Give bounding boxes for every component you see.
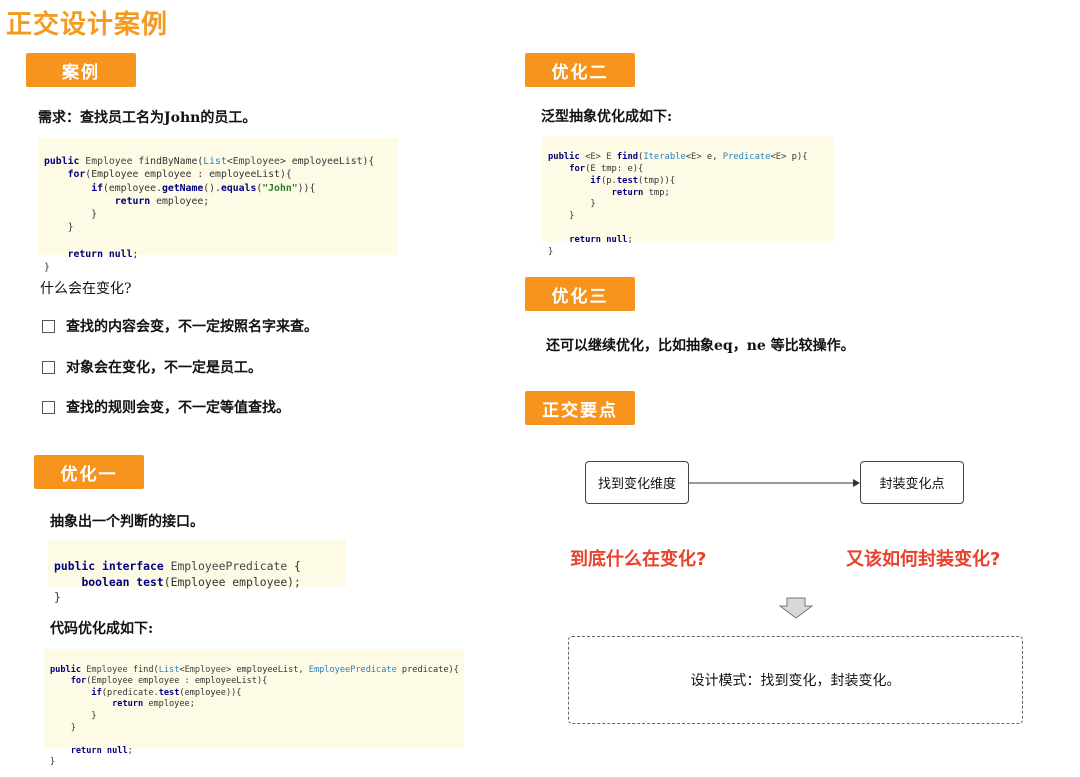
code-line: return null; (67, 248, 139, 260)
checkbox-icon (42, 360, 55, 374)
checkbox-icon (42, 400, 55, 414)
code-line: for(Employee employee : employeeList){ (67, 169, 292, 181)
code-line: return tmp; (611, 187, 670, 198)
code-block-find-predicate: public Employee find(List<Employee> empl… (44, 649, 464, 767)
section-tag-opt2: 优化二 (525, 53, 635, 87)
code-block-findbyname: public Employee findByName(List<Employee… (38, 138, 398, 273)
checklist-item-label: 查找的内容会变，不一定按照名字来查。 (66, 319, 318, 335)
code-line: boolean test(Employee employee); (81, 574, 301, 589)
code-line: } (44, 209, 98, 221)
section-tag-opt3: 优化三 (525, 277, 635, 311)
code-line: for(Employee employee : employeeList){ (70, 676, 268, 687)
code-line: public Employee findByName(List<Employee… (44, 156, 375, 168)
code-line: } (50, 757, 56, 768)
node-encapsulate-change: 封装变化点 (860, 461, 964, 504)
checkbox-icon (42, 319, 55, 333)
requirement-text: 需求：查找员工名为John的员工。 (38, 110, 257, 126)
checklist-item: 查找的内容会变，不一定按照名字来查。 (42, 316, 318, 336)
code-block-interface: public interface EmployeePredicate { boo… (48, 540, 346, 604)
code-block-generic: public <E> E find(Iterable<E> e, Predica… (542, 136, 834, 257)
arrow-down-icon (778, 597, 814, 619)
question-what-changes: 到底什么在变化? (570, 549, 707, 570)
checklist-item-label: 对象会在变化，不一定是员工。 (66, 360, 262, 376)
code-line: for(E tmp: e){ (569, 163, 644, 174)
code-line: return employee; (112, 699, 195, 710)
arrow-right-icon (689, 479, 860, 487)
page-title: 正交设计案例 (6, 10, 169, 40)
code-line: } (44, 261, 50, 273)
code-line: } (54, 590, 61, 605)
section-tag-case: 案例 (26, 53, 136, 87)
code-line: return null; (569, 235, 633, 245)
code-line: if(p.test(tmp)){ (590, 175, 676, 186)
code-line: } (50, 710, 97, 721)
code-line: return employee; (114, 195, 210, 207)
code-line: } (50, 722, 76, 733)
section-tag-opt1: 优化一 (34, 455, 144, 489)
section-tag-key: 正交要点 (525, 391, 635, 425)
code-line: public interface EmployeePredicate { (54, 559, 301, 574)
what-changes-text: 什么会在变化? (40, 281, 132, 297)
question-how-encapsulate: 又该如何封装变化? (846, 549, 1001, 570)
opt3-desc: 还可以继续优化，比如抽象eq，ne 等比较操作。 (546, 338, 855, 354)
checklist-item: 查找的规则会变，不一定等值查找。 (42, 397, 290, 417)
opt1-code-desc: 代码优化成如下: (50, 621, 154, 637)
checklist-item-label: 查找的规则会变，不一定等值查找。 (66, 400, 290, 416)
code-line: public Employee find(List<Employee> empl… (50, 664, 459, 675)
opt2-desc: 泛型抽象优化成如下: (541, 109, 673, 125)
code-line: if(employee.getName().equals("John")){ (91, 182, 316, 194)
code-line: } (44, 222, 74, 234)
code-line: } (548, 246, 554, 257)
code-line: } (548, 199, 596, 210)
code-line: if(predicate.test(employee)){ (91, 687, 242, 698)
node-find-dimension: 找到变化维度 (585, 461, 689, 504)
conclusion-text: 设计模式：找到变化，封装变化。 (690, 673, 901, 689)
code-line: public <E> E find(Iterable<E> e, Predica… (548, 151, 808, 162)
checklist-item: 对象会在变化，不一定是员工。 (42, 357, 262, 377)
code-line: return null; (70, 745, 133, 756)
conclusion-box: 设计模式：找到变化，封装变化。 (568, 636, 1023, 724)
code-line: } (548, 211, 575, 222)
opt1-desc: 抽象出一个判断的接口。 (50, 514, 204, 530)
